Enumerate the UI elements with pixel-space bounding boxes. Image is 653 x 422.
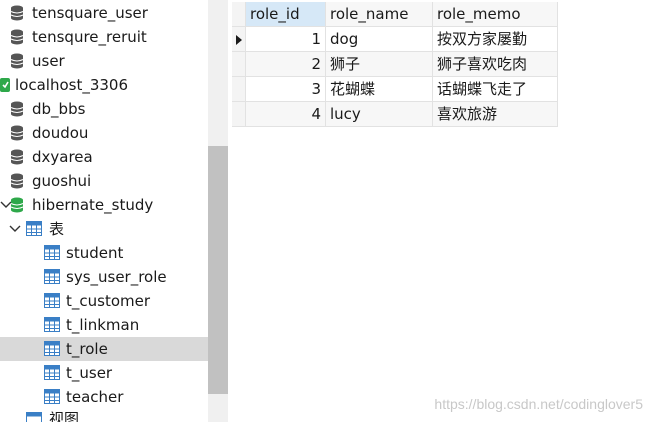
tree-item-label: dxyarea: [32, 148, 93, 166]
column-header-role-id[interactable]: role_id: [246, 2, 326, 27]
tree-item-label: user: [32, 52, 65, 70]
row-indicator[interactable]: [232, 27, 246, 52]
row-indicator-header: [232, 2, 246, 27]
view-icon: [26, 412, 42, 422]
cell-role-memo[interactable]: 话蝴蝶飞走了: [433, 77, 558, 102]
watermark: https://blog.csdn.net/codinglover5: [434, 396, 643, 412]
table-icon: [44, 389, 60, 404]
tree-item-label: t_linkman: [66, 316, 140, 334]
tree-item-tables-folder[interactable]: 表: [0, 217, 208, 241]
column-header-role-memo[interactable]: role_memo: [433, 2, 558, 27]
navicat-window: tensquare_user tensqure_reruit user loca…: [0, 0, 653, 422]
cell-role-id[interactable]: 3: [246, 77, 326, 102]
tree-item-localhost-3306[interactable]: localhost_3306: [0, 73, 208, 97]
tree-item-label: tensquare_user: [32, 4, 148, 22]
cell-role-name[interactable]: 狮子: [326, 52, 433, 77]
tree-item-label: 视图: [49, 410, 80, 422]
database-icon: [10, 149, 24, 165]
cell-role-id[interactable]: 4: [246, 102, 326, 127]
tree-item-tensqure-reruit[interactable]: tensqure_reruit: [0, 25, 208, 49]
table-icon: [44, 269, 60, 284]
table-icon: [44, 293, 60, 308]
tree-item-label: t_role: [66, 340, 108, 358]
table-icon: [44, 317, 60, 332]
sidebar-scrollbar[interactable]: [208, 0, 228, 422]
tree-item-label: guoshui: [32, 172, 92, 190]
tree-item-label: db_bbs: [32, 100, 86, 118]
tree-item-t-customer[interactable]: t_customer: [0, 289, 208, 313]
tree-item-label: student: [66, 244, 124, 262]
scrollbar-thumb[interactable]: [208, 146, 228, 394]
tree-item-sys-user-role[interactable]: sys_user_role: [0, 265, 208, 289]
database-icon: [10, 197, 24, 213]
column-header-role-name[interactable]: role_name: [326, 2, 433, 27]
database-icon: [10, 5, 24, 21]
database-icon: [10, 101, 24, 117]
cell-role-id[interactable]: 2: [246, 52, 326, 77]
cell-role-id[interactable]: 1: [246, 27, 326, 52]
tree-item-label: localhost_3306: [15, 76, 129, 94]
tree-item-label: tensqure_reruit: [32, 28, 147, 46]
tree-item-dxyarea[interactable]: dxyarea: [0, 145, 208, 169]
tree-item-student[interactable]: student: [0, 241, 208, 265]
tree-item-teacher[interactable]: teacher: [0, 385, 208, 409]
object-tree: tensquare_user tensqure_reruit user loca…: [0, 0, 228, 422]
row-indicator[interactable]: [232, 102, 246, 127]
tree-item-tensquare-user[interactable]: tensquare_user: [0, 1, 208, 25]
row-indicator[interactable]: [232, 52, 246, 77]
tree-item-guoshui[interactable]: guoshui: [0, 169, 208, 193]
tree-item-db-bbs[interactable]: db_bbs: [0, 97, 208, 121]
row-indicator[interactable]: [232, 77, 246, 102]
tree-item-label: teacher: [66, 388, 124, 406]
tree-item-label: t_user: [66, 364, 113, 382]
table-icon: [44, 245, 60, 260]
database-icon: [10, 125, 24, 141]
database-icon: [10, 53, 24, 69]
tree-item-views-folder[interactable]: 视图: [0, 410, 208, 422]
tree-item-label: hibernate_study: [32, 196, 154, 214]
cell-role-memo[interactable]: 狮子喜欢吃肉: [433, 52, 558, 77]
table-icon: [44, 365, 60, 380]
connection-icon: [0, 78, 10, 92]
database-icon: [10, 29, 24, 45]
chevron-down-icon[interactable]: [9, 223, 21, 235]
tree-item-label: sys_user_role: [66, 268, 167, 286]
tree-item-t-role[interactable]: t_role: [0, 337, 208, 361]
cell-role-name[interactable]: 花蝴蝶: [326, 77, 433, 102]
database-icon: [10, 173, 24, 189]
tree-item-hibernate-study[interactable]: hibernate_study: [0, 193, 208, 217]
cell-role-memo[interactable]: 按双方家屡勤: [433, 27, 558, 52]
cell-role-name[interactable]: lucy: [326, 102, 433, 127]
tree-item-doudou[interactable]: doudou: [0, 121, 208, 145]
tree-item-label: doudou: [32, 124, 89, 142]
tree-item-t-linkman[interactable]: t_linkman: [0, 313, 208, 337]
tree-item-label: t_customer: [66, 292, 151, 310]
current-row-arrow-icon: [236, 35, 242, 45]
tree-item-label: 表: [49, 220, 65, 238]
table-icon: [26, 221, 42, 236]
tree-item-t-user[interactable]: t_user: [0, 361, 208, 385]
table-icon: [44, 341, 60, 356]
tree-item-user[interactable]: user: [0, 49, 208, 73]
data-grid: role_id role_name role_memo 1 dog 按双方家屡勤…: [232, 0, 653, 422]
cell-role-name[interactable]: dog: [326, 27, 433, 52]
cell-role-memo[interactable]: 喜欢旅游: [433, 102, 558, 127]
